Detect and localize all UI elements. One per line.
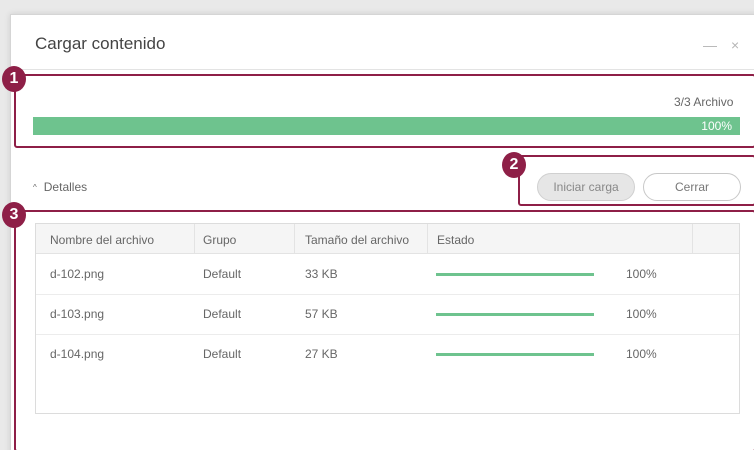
callout-frame-table — [14, 210, 754, 450]
chevron-up-icon: ^ — [33, 182, 37, 192]
dialog-title: Cargar contenido — [35, 34, 166, 53]
callout-frame-progress — [14, 74, 754, 148]
details-toggle-label: Detalles — [43, 180, 88, 194]
callout-badge-3: 3 — [2, 202, 26, 228]
callout-frame-buttons — [518, 155, 754, 206]
callout-badge-1: 1 — [2, 66, 26, 92]
details-toggle[interactable]: ^ Detalles — [33, 180, 87, 194]
window-controls: — × — [703, 37, 739, 53]
close-icon[interactable]: × — [731, 37, 739, 53]
title-divider — [11, 69, 754, 70]
callout-badge-2: 2 — [502, 152, 526, 178]
minimize-icon[interactable]: — — [703, 37, 717, 53]
